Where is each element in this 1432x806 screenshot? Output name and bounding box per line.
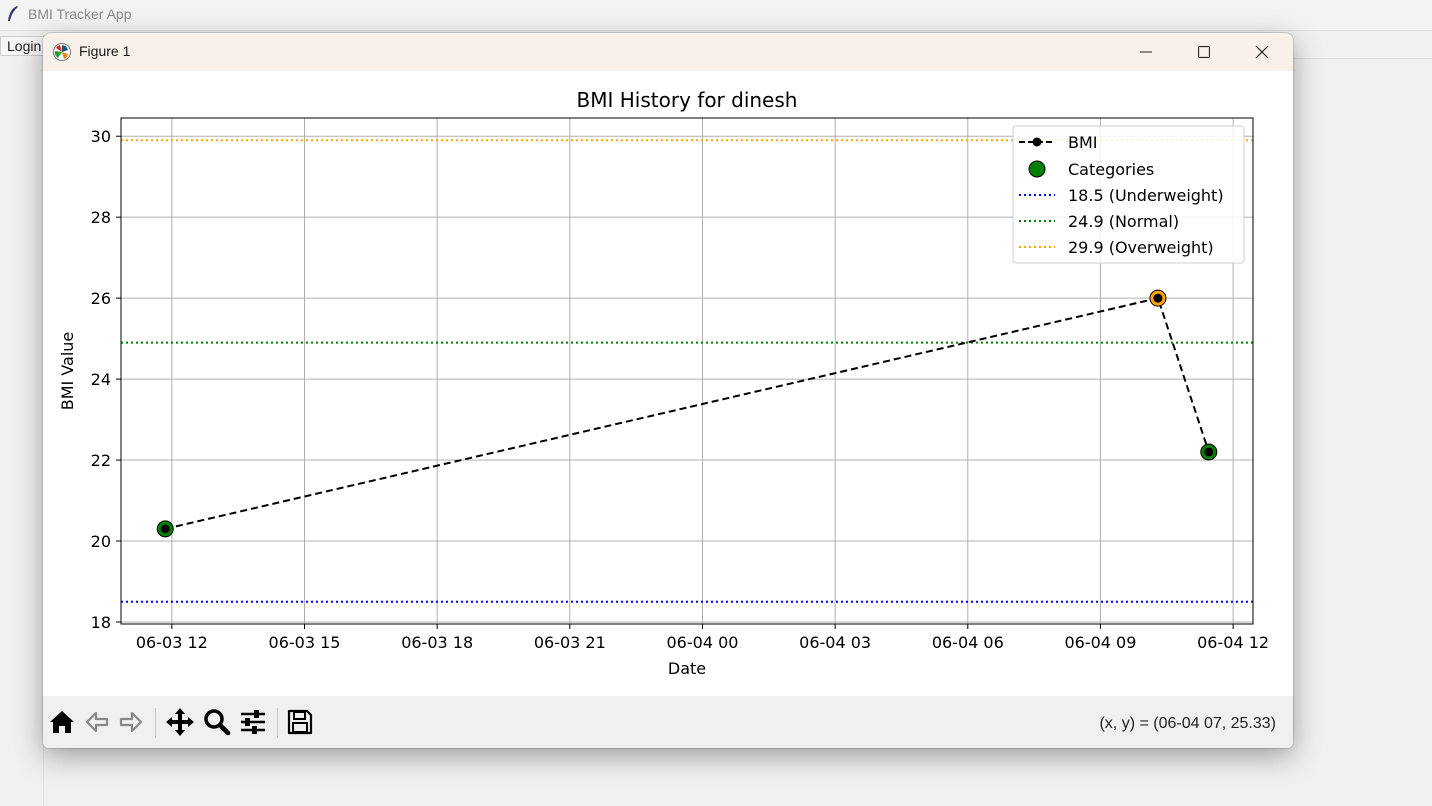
toolbar-separator (277, 708, 278, 738)
matplotlib-logo-icon (53, 43, 71, 61)
zoom-button[interactable] (202, 707, 232, 737)
forward-icon (119, 711, 143, 733)
home-icon (50, 711, 74, 733)
configure-icon (241, 710, 265, 734)
home-button[interactable] (47, 707, 77, 737)
maximize-icon (1198, 46, 1210, 58)
figure-window: Figure 1 06-03 12 06-03 15 06-03 18 06-03 2… (43, 33, 1293, 748)
y-tick-label: 24 (91, 370, 111, 389)
save-button[interactable] (285, 707, 315, 737)
x-axis-label: Date (668, 659, 706, 678)
legend-normal-label: 24.9 (Normal) (1068, 212, 1179, 231)
legend-bmi-marker (1032, 137, 1042, 147)
plot-canvas[interactable]: 06-03 12 06-03 15 06-03 18 06-03 21 06-04 00… (43, 71, 1293, 696)
background-app-title: BMI Tracker App (28, 6, 132, 22)
bmi-chart[interactable]: 06-03 12 06-03 15 06-03 18 06-03 21 06-04 00… (43, 71, 1293, 696)
bmi-data-point (1153, 293, 1163, 303)
x-tick-label: 06-04 00 (667, 633, 739, 652)
y-tick-label: 20 (91, 532, 111, 551)
background-app-body (0, 58, 44, 806)
x-tick-label: 06-03 18 (401, 633, 473, 652)
close-button[interactable] (1233, 33, 1291, 71)
legend-overweight-label: 29.9 (Overweight) (1068, 238, 1214, 257)
y-tick-label: 22 (91, 451, 111, 470)
cursor-coordinates: (x, y) = (06-04 07, 25.33) (1099, 715, 1276, 732)
navigation-toolbar: (x, y) = (06-04 07, 25.33) (43, 696, 1293, 748)
pan-icon (166, 708, 194, 736)
bmi-series (156, 289, 1218, 538)
x-tick-label: 06-03 12 (136, 633, 208, 652)
back-icon (85, 711, 109, 733)
figure-titlebar[interactable]: Figure 1 (43, 33, 1293, 71)
legend-categories-label: Categories (1068, 160, 1154, 179)
x-axis-ticks: 06-03 12 06-03 15 06-03 18 06-03 21 06-04 00… (136, 624, 1269, 652)
pan-button[interactable] (165, 707, 195, 737)
zoom-icon (204, 709, 231, 736)
x-tick-label: 06-04 12 (1197, 633, 1269, 652)
maximize-button[interactable] (1175, 33, 1233, 71)
chart-title: BMI History for dinesh (577, 88, 798, 112)
minimize-button[interactable] (1117, 33, 1175, 71)
legend-underweight-label: 18.5 (Underweight) (1068, 186, 1224, 205)
legend-bmi-label: BMI (1068, 133, 1098, 152)
tk-feather-icon (8, 6, 18, 21)
save-icon (287, 709, 313, 735)
configure-subplots-button[interactable] (238, 707, 268, 737)
x-tick-label: 06-03 21 (534, 633, 606, 652)
forward-button[interactable] (116, 707, 146, 737)
bmi-line (164, 296, 1210, 530)
y-axis-ticks: 18 20 22 24 26 28 30 (91, 127, 121, 632)
x-tick-label: 06-04 06 (932, 633, 1004, 652)
background-app-titlebar: BMI Tracker App (0, 0, 1432, 31)
bmi-data-point (1204, 447, 1214, 457)
legend: BMI Categories 18.5 (Underweight) 24.9 (… (1012, 125, 1245, 264)
figure-window-title: Figure 1 (79, 43, 131, 59)
x-tick-label: 06-04 09 (1064, 633, 1136, 652)
y-tick-label: 28 (91, 208, 111, 227)
back-button[interactable] (82, 707, 112, 737)
minimize-icon (1140, 51, 1152, 53)
login-menu[interactable]: Login (0, 36, 49, 56)
legend-categories-marker (1028, 160, 1046, 178)
y-tick-label: 26 (91, 289, 111, 308)
y-tick-label: 30 (91, 127, 111, 146)
x-tick-label: 06-03 15 (269, 633, 341, 652)
bmi-data-point (160, 524, 170, 534)
y-tick-label: 18 (91, 613, 111, 632)
close-icon (1255, 45, 1269, 59)
toolbar-separator (155, 708, 156, 738)
x-tick-label: 06-04 03 (799, 633, 871, 652)
y-axis-label: BMI Value (58, 332, 77, 411)
